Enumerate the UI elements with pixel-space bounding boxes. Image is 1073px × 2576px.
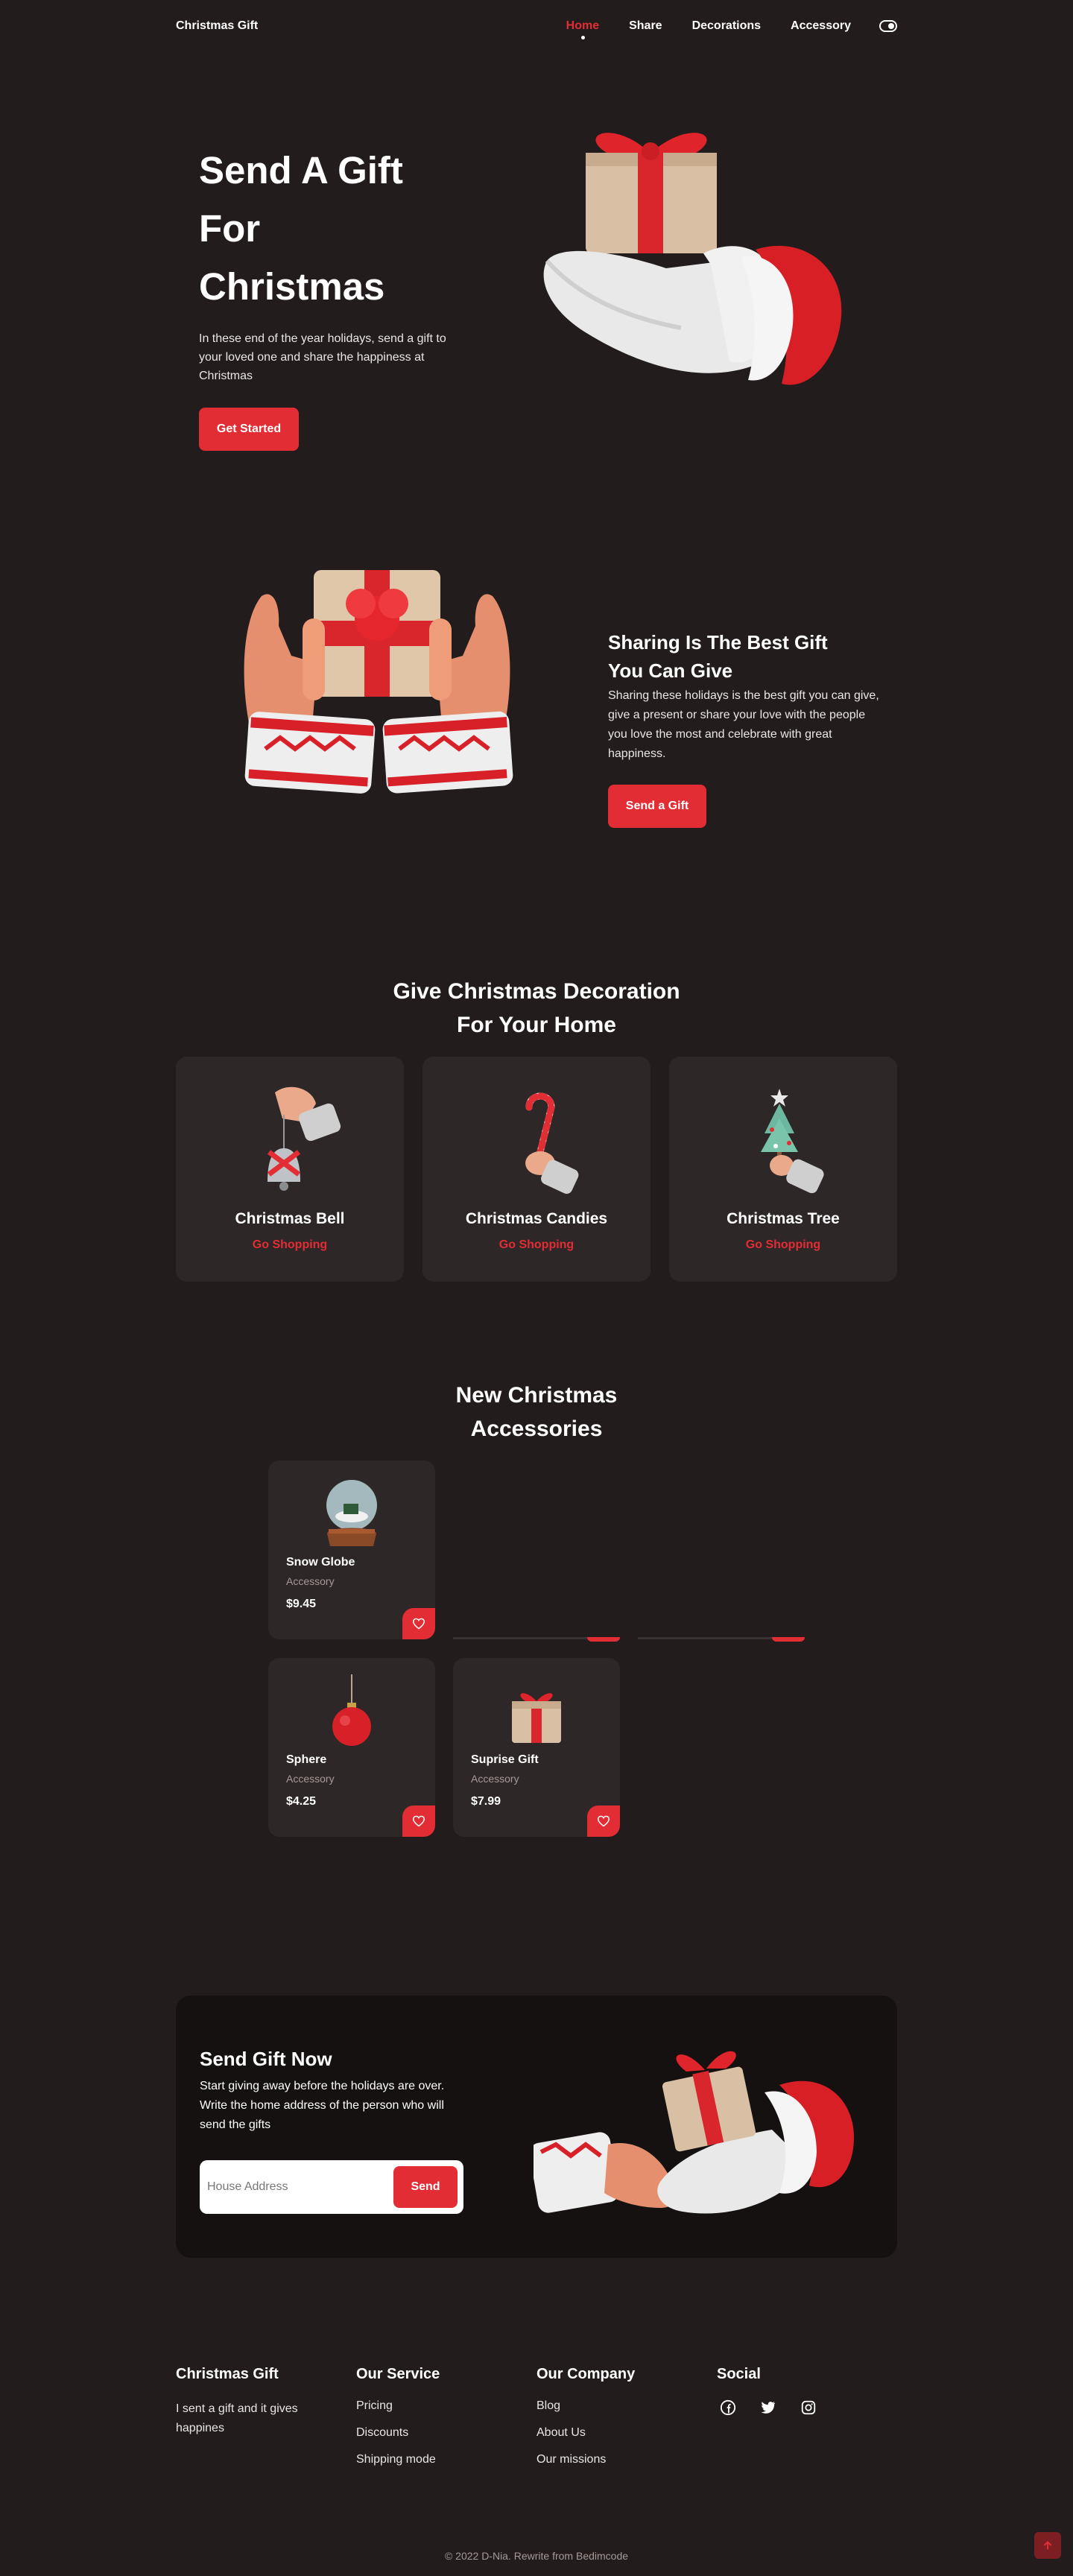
top-nav: Christmas Gift Home Share Decorations Ac… (176, 0, 897, 52)
accessories-section: New Christmas Accessories Snow Globe Acc… (176, 1379, 897, 1878)
hero-text: Send A Gift For Christmas In these end o… (199, 142, 467, 451)
accessory-name: Suprise Gift (471, 1753, 539, 1766)
accessory-card-snow-globe: Snow Globe Accessory $9.45 (268, 1461, 435, 1639)
accessory-card-surprise-gift: Suprise Gift Accessory $7.99 (453, 1658, 620, 1837)
arrow-up-icon (1043, 2540, 1052, 2550)
share-title: Sharing Is The Best Gift You Can Give (608, 628, 884, 685)
scroll-up-button[interactable] (1034, 2532, 1061, 2559)
sphere-ornament-image (332, 1674, 371, 1746)
footer-company-title: Our Company (536, 2366, 636, 2382)
decoration-name: Christmas Tree (727, 1210, 840, 1227)
card-tab (587, 1637, 620, 1642)
accessory-card-sphere: Sphere Accessory $4.25 (268, 1658, 435, 1837)
glove-holding-gift-image (543, 133, 842, 385)
nav-decorations[interactable]: Decorations (692, 19, 761, 33)
accessory-name: Sphere (286, 1753, 327, 1766)
share-description: Sharing these holidays is the best gift … (608, 689, 879, 760)
heart-icon (412, 1815, 425, 1827)
decorations-title-line1: Give Christmas Decoration (393, 979, 680, 1004)
share-text: Sharing Is The Best Gift You Can Give Sh… (608, 628, 884, 828)
card-tab (772, 1637, 805, 1642)
accessories-title: New Christmas Accessories (176, 1379, 897, 1446)
footer-social-title: Social (717, 2366, 761, 2382)
instagram-icon[interactable] (800, 2399, 817, 2416)
nav-home[interactable]: Home (566, 19, 599, 39)
get-started-button[interactable]: Get Started (199, 408, 299, 451)
theme-toggle-icon[interactable] (879, 20, 897, 32)
send-gift-description: Start giving away before the holidays ar… (200, 2080, 445, 2131)
snow-globe-image (326, 1480, 377, 1546)
send-button[interactable]: Send (393, 2166, 458, 2208)
social-icons (720, 2399, 897, 2416)
favorite-button[interactable] (402, 1608, 435, 1639)
footer-social: Social (717, 2366, 897, 2480)
logo[interactable]: Christmas Gift (176, 19, 258, 33)
footer-company: Our Company Blog About Us Our missions (536, 2366, 717, 2480)
footer-brand: Christmas Gift I sent a gift and it give… (176, 2366, 356, 2480)
decoration-name: Christmas Bell (235, 1210, 345, 1227)
nav-share[interactable]: Share (629, 19, 662, 33)
decoration-card-bell: Christmas Bell Go Shopping (176, 1057, 404, 1282)
heart-icon (597, 1815, 610, 1827)
hero-title: Send A Gift For Christmas (199, 142, 467, 316)
send-gift-form: Send (200, 2160, 463, 2214)
hands-exchanging-gift-image (534, 2051, 854, 2214)
footer-service: Our Service Pricing Discounts Shipping m… (356, 2366, 536, 2480)
hand-holding-tree-image (761, 1089, 824, 1194)
share-title-line2: You Can Give (608, 659, 733, 682)
surprise-gift-image (512, 1693, 561, 1743)
footer-brand-title: Christmas Gift (176, 2366, 279, 2382)
accessory-name: Snow Globe (286, 1556, 355, 1569)
footer-link-pricing[interactable]: Pricing (356, 2399, 536, 2413)
heart-icon (412, 1618, 425, 1630)
hero-title-line2: Christmas (199, 265, 385, 308)
footer-link-discounts[interactable]: Discounts (356, 2426, 536, 2440)
go-shopping-link[interactable]: Go Shopping (499, 1238, 574, 1252)
favorite-button[interactable] (402, 1806, 435, 1837)
accessories-grid: Snow Globe Accessory $9.45 Sphere Access… (176, 1461, 897, 1878)
decoration-card-tree: Christmas Tree Go Shopping (669, 1057, 897, 1282)
footer-link-about[interactable]: About Us (536, 2426, 717, 2440)
go-shopping-link[interactable]: Go Shopping (746, 1238, 820, 1252)
accessory-category: Accessory (286, 1773, 335, 1785)
share-title-line1: Sharing Is The Best Gift (608, 631, 828, 654)
decoration-card-candies: Christmas Candies Go Shopping (422, 1057, 651, 1282)
accessory-category: Accessory (286, 1575, 335, 1587)
decorations-title-line2: For Your Home (457, 1013, 616, 1037)
hero-title-line1: Send A Gift For (199, 149, 403, 250)
favorite-button[interactable] (587, 1806, 620, 1837)
send-gift-text: Send Gift Now Start giving away before t… (200, 2048, 468, 2214)
copyright: © 2022 D-Nia. Rewrite from Bedimcode (444, 2550, 629, 2562)
hero-section: Send A Gift For Christmas In these end o… (176, 52, 897, 469)
nav-accessory[interactable]: Accessory (791, 19, 851, 33)
hero-description: In these end of the year holidays, send … (199, 332, 446, 382)
footer: Christmas Gift I sent a gift and it give… (176, 2366, 897, 2480)
hands-holding-gift-image (244, 570, 513, 794)
decorations-grid: Christmas Bell Go Shopping Christmas Can… (176, 1057, 897, 1282)
accessories-title-line1: New Christmas (455, 1383, 618, 1408)
share-section: Sharing Is The Best Gift You Can Give Sh… (176, 469, 897, 969)
twitter-icon[interactable] (760, 2399, 776, 2416)
send-gift-section: Send Gift Now Start giving away before t… (176, 1996, 897, 2258)
footer-link-blog[interactable]: Blog (536, 2399, 717, 2413)
send-a-gift-button[interactable]: Send a Gift (608, 785, 706, 828)
go-shopping-link[interactable]: Go Shopping (253, 1238, 327, 1252)
house-address-input[interactable] (207, 2180, 393, 2194)
footer-link-missions[interactable]: Our missions (536, 2453, 717, 2466)
footer-service-title: Our Service (356, 2366, 440, 2382)
hand-holding-bell-image (267, 1086, 341, 1191)
decorations-title: Give Christmas Decoration For Your Home (176, 969, 897, 1042)
footer-link-shipping[interactable]: Shipping mode (356, 2453, 536, 2466)
hand-holding-candy-cane-image (525, 1092, 579, 1194)
decoration-name: Christmas Candies (465, 1210, 608, 1227)
send-gift-title: Send Gift Now (200, 2048, 332, 2070)
decorations-section: Give Christmas Decoration For Your Home … (176, 969, 897, 1282)
facebook-icon[interactable] (720, 2399, 736, 2416)
footer-brand-text: I sent a gift and it gives happines (176, 2402, 298, 2434)
accessories-title-line2: Accessories (470, 1417, 603, 1441)
accessory-category: Accessory (471, 1773, 519, 1785)
nav-links: Home Share Decorations Accessory (566, 19, 897, 39)
